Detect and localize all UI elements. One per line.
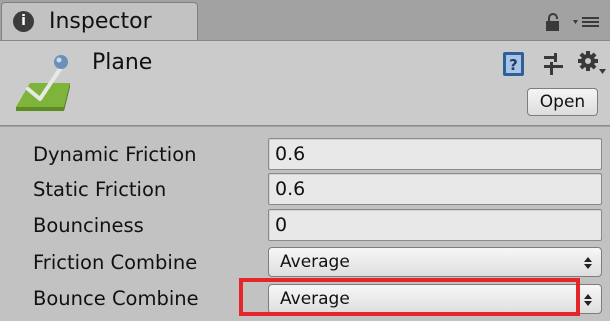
help-icon[interactable]: ? xyxy=(502,51,526,77)
tab-label: Inspector xyxy=(49,9,152,34)
bounce-combine-label: Bounce Combine xyxy=(33,287,199,310)
gear-icon[interactable] xyxy=(577,49,607,77)
tab-inspector[interactable]: i Inspector xyxy=(1,2,198,40)
static-friction-label: Static Friction xyxy=(33,178,167,201)
bounciness-field[interactable]: 0 xyxy=(268,209,602,241)
tab-strip: i Inspector xyxy=(0,0,610,40)
friction-combine-dropdown[interactable]: Average xyxy=(268,247,602,277)
bounce-combine-value: Average xyxy=(280,289,350,309)
info-icon: i xyxy=(13,11,34,32)
object-name: Plane xyxy=(92,50,153,75)
bounciness-value: 0 xyxy=(275,214,288,236)
dropdown-arrows-icon xyxy=(584,294,592,306)
dynamic-friction-label: Dynamic Friction xyxy=(33,143,197,166)
dropdown-arrows-icon xyxy=(584,257,592,269)
lock-icon[interactable] xyxy=(545,12,561,32)
menu-icon[interactable] xyxy=(572,13,600,29)
open-button[interactable]: Open xyxy=(527,88,598,116)
plane-icon xyxy=(16,55,70,111)
bounce-combine-dropdown[interactable]: Average xyxy=(268,284,602,314)
static-friction-value: 0.6 xyxy=(275,178,306,200)
friction-combine-value: Average xyxy=(280,252,350,272)
static-friction-field[interactable]: 0.6 xyxy=(268,173,602,205)
inspector-header: Plane ? Open xyxy=(0,40,610,126)
dynamic-friction-value: 0.6 xyxy=(275,143,306,165)
svg-text:?: ? xyxy=(509,56,518,74)
friction-combine-label: Friction Combine xyxy=(33,251,198,274)
bounciness-label: Bounciness xyxy=(33,214,144,237)
dynamic-friction-field[interactable]: 0.6 xyxy=(268,138,602,170)
settings-icon[interactable] xyxy=(541,51,565,77)
